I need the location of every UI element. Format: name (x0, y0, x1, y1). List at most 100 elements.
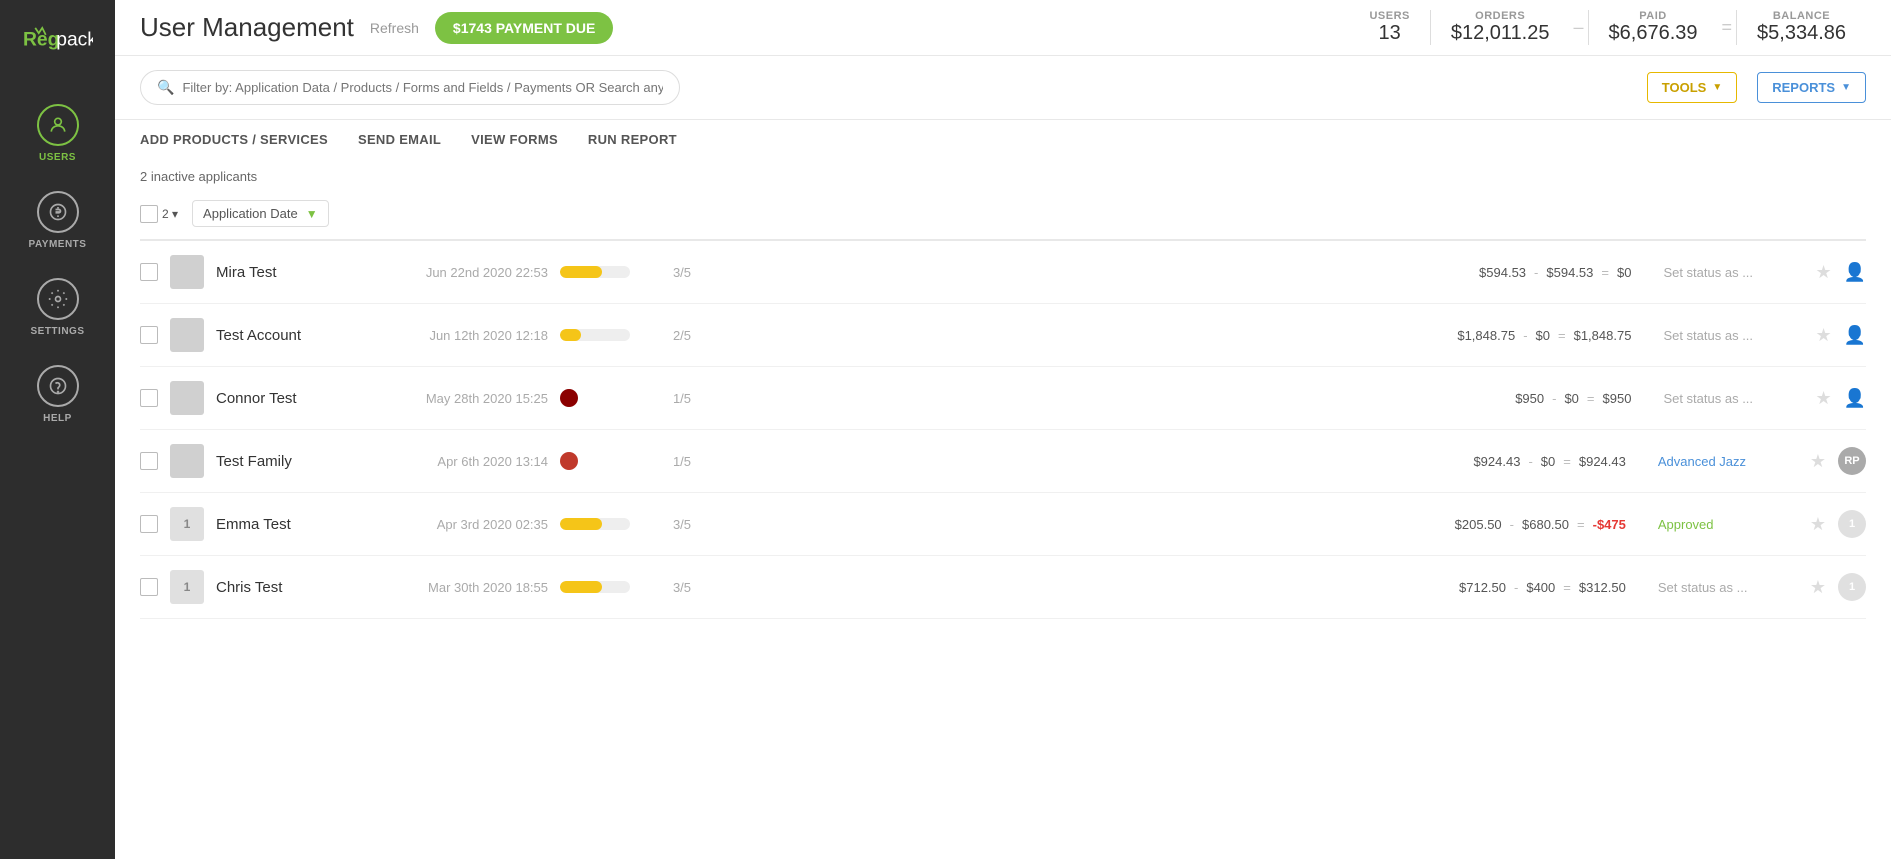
status-label[interactable]: Set status as ... (1643, 391, 1803, 406)
user-action-icon[interactable]: 👤 (1844, 262, 1866, 283)
payment-due-button[interactable]: $1743 PAYMENT DUE (435, 12, 613, 44)
users-icon (37, 104, 79, 146)
financials: $1,848.75 - $0 = $1,848.75 (714, 328, 1631, 343)
help-icon (37, 365, 79, 407)
count-dropdown-button[interactable]: 2 ▾ (158, 207, 182, 221)
order-amount: $712.50 (1459, 580, 1506, 595)
balance-amount: $924.43 (1579, 454, 1626, 469)
user-name[interactable]: Emma Test (216, 516, 376, 533)
row-checkbox[interactable] (140, 389, 158, 407)
status-label[interactable]: Set status as ... (1643, 328, 1803, 343)
equals-icon: = (1558, 328, 1566, 343)
progress-bar (560, 266, 630, 278)
sidebar-help-label: HELP (43, 413, 72, 424)
row-actions: ★ 1 (1810, 510, 1866, 538)
row-checkbox[interactable] (140, 263, 158, 281)
row-checkbox[interactable] (140, 452, 158, 470)
minus-icon: - (1552, 391, 1556, 406)
star-icon[interactable]: ★ (1815, 325, 1831, 346)
add-products-button[interactable]: ADD PRODUCTS / SERVICES (140, 132, 328, 147)
star-icon[interactable]: ★ (1810, 451, 1826, 472)
row-actions: ★ RP (1810, 447, 1866, 475)
avatar-badge[interactable]: RP (1838, 447, 1866, 475)
user-name[interactable]: Mira Test (216, 264, 376, 281)
balance-amount: $0 (1617, 265, 1631, 280)
tools-label: TOOLS (1662, 80, 1707, 95)
search-bar[interactable]: 🔍 (140, 70, 680, 105)
user-name[interactable]: Test Account (216, 327, 376, 344)
status-label[interactable]: Set status as ... (1638, 580, 1798, 595)
user-name[interactable]: Test Family (216, 453, 376, 470)
main-content: User Management Refresh $1743 PAYMENT DU… (115, 0, 1891, 859)
equals-icon: = (1587, 391, 1595, 406)
avatar-badge[interactable]: 1 (1838, 573, 1866, 601)
user-name[interactable]: Chris Test (216, 579, 376, 596)
row-avatar: 1 (170, 570, 204, 604)
star-icon[interactable]: ★ (1815, 262, 1831, 283)
paid-amount: $0 (1536, 328, 1550, 343)
forms-count: 1/5 (662, 454, 702, 469)
sort-arrow-icon: ▼ (306, 207, 318, 221)
user-name[interactable]: Connor Test (216, 390, 376, 407)
status-label[interactable]: Set status as ... (1643, 265, 1803, 280)
progress-fill (560, 518, 602, 530)
progress-indicator (560, 389, 650, 407)
row-checkbox[interactable] (140, 326, 158, 344)
select-all-checkbox[interactable] (140, 205, 158, 223)
reports-button[interactable]: REPORTS ▼ (1757, 72, 1866, 103)
order-amount: $594.53 (1479, 265, 1526, 280)
application-date: Apr 3rd 2020 02:35 (388, 517, 548, 532)
sidebar-item-users[interactable]: USERS (0, 90, 115, 177)
orders-value: $12,011.25 (1451, 22, 1550, 45)
refresh-button[interactable]: Refresh (370, 20, 419, 36)
stat-users: USERS 13 (1349, 10, 1429, 45)
progress-indicator (560, 581, 650, 593)
run-report-button[interactable]: RUN REPORT (588, 132, 677, 147)
row-avatar (170, 444, 204, 478)
row-avatar: 1 (170, 507, 204, 541)
sidebar-payments-label: PAYMENTS (29, 239, 87, 250)
application-date: Mar 30th 2020 18:55 (388, 580, 548, 595)
orders-label: ORDERS (1475, 10, 1525, 22)
star-icon[interactable]: ★ (1810, 577, 1826, 598)
row-checkbox[interactable] (140, 578, 158, 596)
minus-separator: – (1570, 17, 1588, 38)
star-icon[interactable]: ★ (1810, 514, 1826, 535)
user-action-icon[interactable]: 👤 (1844, 325, 1866, 346)
progress-indicator (560, 518, 650, 530)
view-forms-button[interactable]: VIEW FORMS (471, 132, 558, 147)
tools-dropdown-arrow: ▼ (1712, 82, 1722, 93)
financials: $924.43 - $0 = $924.43 (714, 454, 1626, 469)
reports-label: REPORTS (1772, 80, 1835, 95)
status-label[interactable]: Approved (1638, 517, 1798, 532)
paid-amount: $0 (1564, 391, 1578, 406)
table-row: Test Family Apr 6th 2020 13:14 1/5 $924.… (140, 430, 1866, 493)
row-actions: ★ 1 (1810, 573, 1866, 601)
minus-icon: - (1528, 454, 1532, 469)
users-value: 13 (1379, 22, 1401, 45)
forms-count: 2/5 (662, 328, 702, 343)
progress-fill (560, 329, 581, 341)
equals-icon: = (1601, 265, 1609, 280)
sort-selector[interactable]: Application Date ▼ (192, 200, 329, 227)
svg-text:Reg: Reg (23, 29, 59, 50)
sidebar-item-help[interactable]: HELP (0, 351, 115, 438)
row-actions: ★ 👤 (1815, 388, 1866, 409)
progress-fill (560, 581, 602, 593)
user-action-icon[interactable]: 👤 (1844, 388, 1866, 409)
sidebar-item-settings[interactable]: SETTINGS (0, 264, 115, 351)
forms-count: 3/5 (662, 265, 702, 280)
status-label[interactable]: Advanced Jazz (1638, 454, 1798, 469)
search-toolbar: 🔍 TOOLS ▼ REPORTS ▼ (115, 56, 1891, 120)
sidebar-item-payments[interactable]: PAYMENTS (0, 177, 115, 264)
tools-button[interactable]: TOOLS ▼ (1647, 72, 1737, 103)
action-bar: ADD PRODUCTS / SERVICES SEND EMAIL VIEW … (115, 120, 1891, 159)
financials: $205.50 - $680.50 = -$475 (714, 517, 1626, 532)
table-area: 2 inactive applicants 2 ▾ Application Da… (115, 159, 1891, 859)
forms-count: 3/5 (662, 517, 702, 532)
send-email-button[interactable]: SEND EMAIL (358, 132, 441, 147)
row-checkbox[interactable] (140, 515, 158, 533)
search-input[interactable] (182, 80, 663, 95)
star-icon[interactable]: ★ (1815, 388, 1831, 409)
avatar-badge[interactable]: 1 (1838, 510, 1866, 538)
